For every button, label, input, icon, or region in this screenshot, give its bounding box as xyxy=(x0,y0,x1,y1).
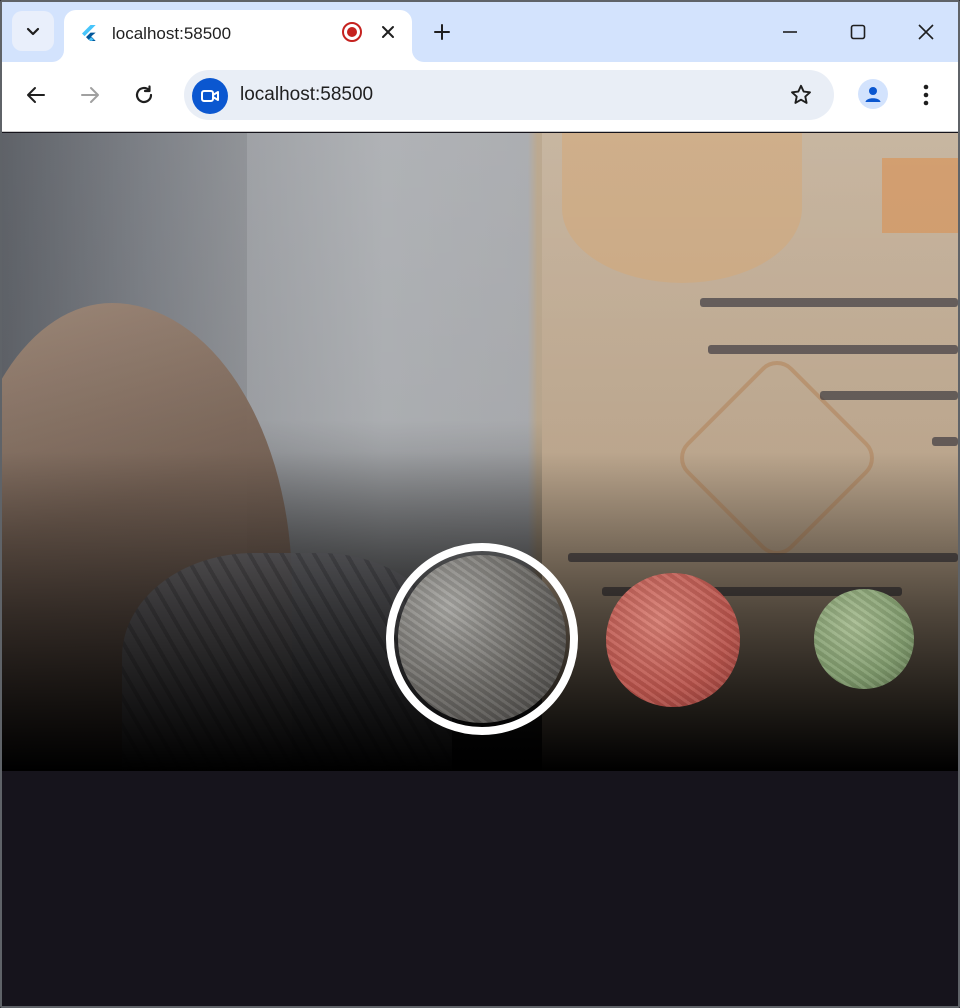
plus-icon xyxy=(434,24,450,40)
profile-button[interactable] xyxy=(858,79,888,109)
browser-window: localhost:58500 localhost:58500 xyxy=(0,0,960,1008)
minimize-button[interactable] xyxy=(766,10,814,54)
reload-button[interactable] xyxy=(126,77,162,113)
person-icon xyxy=(865,87,881,102)
tab-search-button[interactable] xyxy=(12,11,54,51)
address-bar[interactable]: localhost:58500 xyxy=(184,70,834,120)
tab-title: localhost:58500 xyxy=(112,24,232,43)
browser-menu-button[interactable] xyxy=(910,77,942,113)
forward-button[interactable] xyxy=(72,77,108,113)
tab-active[interactable]: localhost:58500 xyxy=(64,10,412,62)
window-close-button[interactable] xyxy=(902,10,950,54)
chevron-down-icon xyxy=(26,27,40,36)
filter-selected-ring[interactable] xyxy=(386,543,578,735)
close-icon xyxy=(382,26,394,38)
arrow-right-icon xyxy=(81,87,99,103)
minimize-icon xyxy=(783,31,797,33)
filter-option-green[interactable] xyxy=(814,589,914,689)
browser-toolbar: localhost:58500 xyxy=(2,62,958,132)
url-text: localhost:58500 xyxy=(240,84,374,105)
arrow-left-icon xyxy=(27,87,45,103)
filter-option-red[interactable] xyxy=(606,573,740,707)
recording-indicator-icon xyxy=(342,22,362,42)
bookmark-button[interactable] xyxy=(788,82,814,108)
maximize-button[interactable] xyxy=(834,10,882,54)
back-button[interactable] xyxy=(18,77,54,113)
more-vertical-icon xyxy=(923,84,929,106)
app-bottom-area xyxy=(2,771,958,1006)
tab-strip: localhost:58500 xyxy=(2,2,958,62)
reload-icon xyxy=(135,85,153,104)
site-info-button[interactable] xyxy=(192,78,228,114)
video-camera-icon xyxy=(201,90,219,102)
new-tab-button[interactable] xyxy=(426,16,458,48)
star-icon xyxy=(791,84,811,104)
close-icon xyxy=(918,24,934,40)
camera-preview xyxy=(2,133,958,771)
tab-close-button[interactable] xyxy=(376,20,400,44)
maximize-icon xyxy=(850,24,866,40)
flutter-icon xyxy=(82,25,96,41)
